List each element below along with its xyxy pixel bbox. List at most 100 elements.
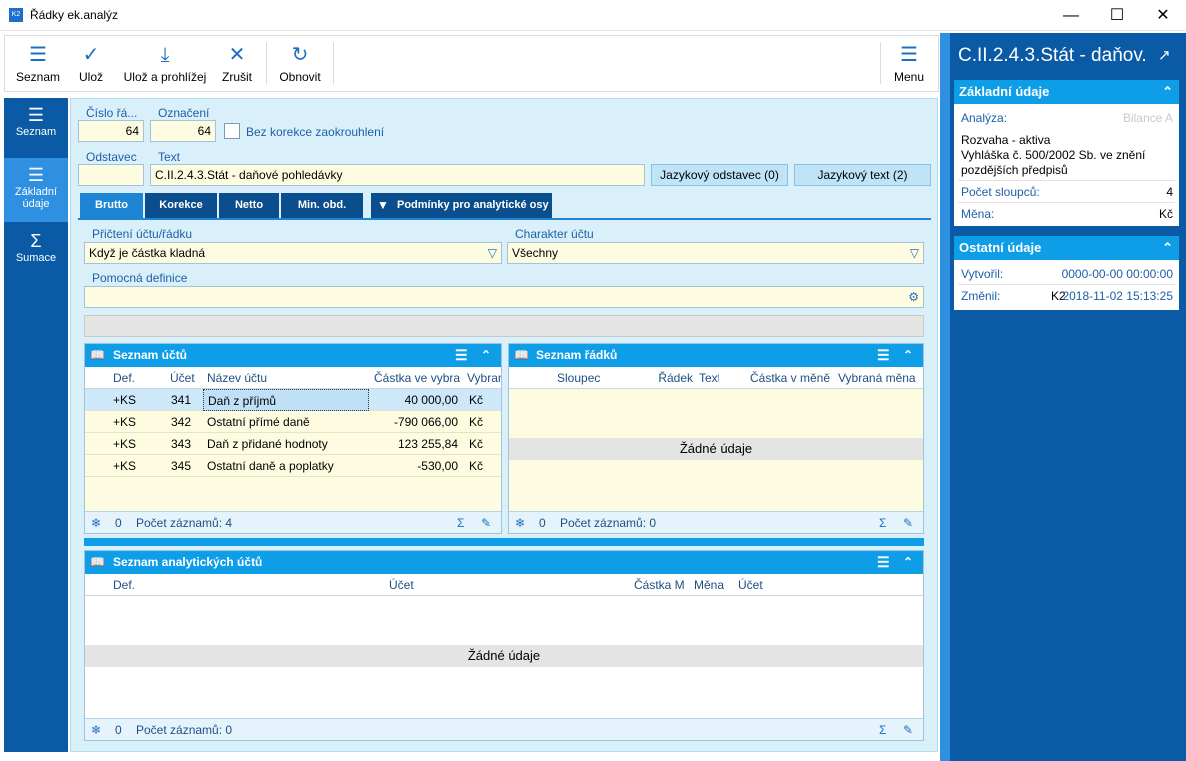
cell-mena[interactable]: Kč [467, 389, 499, 411]
cell-castka[interactable]: 123 255,84 [374, 433, 458, 455]
col-castka[interactable]: Částka ve vybra [374, 367, 460, 389]
analyticke-empty: Žádné údaje [85, 645, 923, 667]
tab-brutto[interactable]: Brutto [80, 193, 143, 218]
nav-zakladni-udaje[interactable]: ☰ Základní údaje [4, 158, 68, 222]
snowflake-icon[interactable]: ❄ [515, 512, 525, 534]
ucty-footer: ❄ 0 Počet záznamů: 4 Σ ✎ [85, 511, 501, 533]
collapse-icon[interactable]: ⌃ [1162, 80, 1173, 104]
collapse-icon[interactable]: ⌃ [1162, 236, 1173, 260]
col-radek[interactable]: Řádek [655, 367, 693, 389]
hamburger-icon[interactable]: ☰ [877, 344, 890, 367]
col-vybrana-mena[interactable]: Vybraná měna [838, 367, 916, 389]
menu-button[interactable]: ☰ Menu [887, 36, 931, 91]
collapse-icon[interactable]: ⌃ [903, 344, 913, 367]
sigma-icon[interactable]: Σ [879, 512, 886, 534]
nav-seznam[interactable]: ☰ Seznam [4, 98, 68, 156]
oznaceni-field[interactable]: 64 [150, 120, 216, 142]
col-ucet[interactable]: Účet [389, 574, 414, 596]
edit-icon[interactable]: ✎ [481, 512, 491, 534]
table-row[interactable]: +KS 343 Daň z přidané hodnoty 123 255,84 Kč [85, 433, 501, 455]
snowflake-icon[interactable]: ❄ [91, 512, 101, 534]
refresh-button[interactable]: ↻ Obnovit [275, 36, 325, 91]
col-mena[interactable]: Měna [694, 574, 724, 596]
external-link-icon[interactable]: ↗ [1158, 46, 1171, 64]
app-icon: K2 [9, 8, 23, 22]
maximize-button[interactable]: ☐ [1094, 0, 1140, 31]
cell-nazev[interactable]: Ostatní daně a poplatky [203, 455, 369, 477]
snowflake-icon[interactable]: ❄ [91, 719, 101, 741]
toolbar: ☰ Seznam ✓ Ulož ⤓ Ulož a prohlížej ✕ Zru… [4, 35, 939, 92]
sigma-icon[interactable]: Σ [879, 719, 886, 741]
seznam-button[interactable]: ☰ Seznam [13, 36, 63, 91]
save-button[interactable]: ✓ Ulož [73, 36, 109, 91]
col-nazev[interactable]: Název účtu [207, 367, 267, 389]
zakladni-section: Základní údaje ⌃ Analýza: Bilance A Rozv… [954, 80, 1179, 226]
col-def[interactable]: Def. [113, 367, 135, 389]
pomocna-field[interactable]: ⚙ [84, 286, 924, 308]
splitter-handle[interactable] [84, 538, 924, 546]
mena-value: Kč [1158, 207, 1173, 221]
cell-ucet[interactable]: 345 [169, 455, 207, 477]
cislo-field[interactable]: 64 [78, 120, 144, 142]
edit-icon[interactable]: ✎ [903, 719, 913, 741]
divider [958, 180, 1175, 181]
nav-sumace[interactable]: Σ Sumace [4, 224, 68, 282]
hamburger-icon[interactable]: ☰ [455, 344, 468, 367]
analyza-desc-1: Rozvaha - aktiva [961, 133, 1051, 147]
cell-def[interactable]: +KS [111, 433, 166, 455]
pomocna-label: Pomocná definice [92, 271, 188, 285]
detail-title: C.II.2.4.3.Stát - daňov... [958, 45, 1148, 66]
collapse-icon[interactable]: ⌃ [903, 551, 913, 574]
cell-def[interactable]: +KS [111, 455, 166, 477]
table-row[interactable]: +KS 342 Ostatní přímé daně -790 066,00 Kč [85, 411, 501, 433]
minimize-button[interactable]: — [1048, 0, 1094, 31]
cell-mena[interactable]: Kč [467, 433, 499, 455]
close-window-button[interactable]: ✕ [1140, 0, 1186, 31]
tab-podminky[interactable]: ▼ Podmínky pro analytické osy [371, 193, 552, 218]
cell-nazev[interactable]: Ostatní přímé daně [203, 411, 369, 433]
cell-mena[interactable]: Kč [467, 411, 499, 433]
hamburger-icon[interactable]: ☰ [877, 551, 890, 574]
cell-ucet[interactable]: 341 [169, 389, 207, 411]
charakter-select[interactable]: Všechny ▽ [507, 242, 924, 264]
cell-def[interactable]: +KS [111, 389, 166, 411]
col-def[interactable]: Def. [113, 574, 135, 596]
sigma-icon[interactable]: Σ [457, 512, 464, 534]
cell-def[interactable]: +KS [111, 411, 166, 433]
cell-castka[interactable]: 40 000,00 [374, 389, 458, 411]
cell-castka[interactable]: -530,00 [374, 455, 458, 477]
col-castka-m[interactable]: Částka M [634, 574, 685, 596]
gear-icon[interactable]: ⚙ [908, 289, 919, 305]
save-and-view-button[interactable]: ⤓ Ulož a prohlížej [119, 36, 211, 91]
odstavec-field[interactable] [78, 164, 144, 186]
jazykovy-text-button[interactable]: Jazykový text (2) [794, 164, 931, 186]
panel-splitter[interactable] [940, 33, 950, 761]
cell-ucet[interactable]: 343 [169, 433, 207, 455]
cell-mena[interactable]: Kč [467, 455, 499, 477]
cell-nazev[interactable]: Daň z příjmů [203, 389, 369, 411]
tab-netto[interactable]: Netto [219, 193, 279, 218]
book-icon: 📖 [514, 348, 529, 362]
col-vybrana[interactable]: Vybran [467, 367, 501, 389]
cell-nazev[interactable]: Daň z přidané hodnoty [203, 433, 369, 455]
jazykovy-odstavec-button[interactable]: Jazykový odstavec (0) [651, 164, 788, 186]
tab-min-obd[interactable]: Min. obd. [281, 193, 363, 218]
collapse-icon[interactable]: ⌃ [481, 344, 491, 367]
cell-ucet[interactable]: 342 [169, 411, 207, 433]
table-row[interactable]: +KS 341 Daň z příjmů 40 000,00 Kč [85, 389, 501, 411]
col-ucet-2[interactable]: Účet [738, 574, 763, 596]
tab-korekce[interactable]: Korekce [145, 193, 217, 218]
cell-castka[interactable]: -790 066,00 [374, 411, 458, 433]
col-sloupec[interactable]: Sloupec [557, 367, 600, 389]
pricteni-select[interactable]: Když je částka kladná ▽ [84, 242, 502, 264]
col-text[interactable]: Text [699, 367, 719, 389]
col-castka-mena[interactable]: Částka v měně [750, 367, 830, 389]
hamburger-icon: ☰ [900, 44, 918, 66]
col-ucet[interactable]: Účet [170, 367, 195, 389]
bez-korekce-checkbox[interactable] [224, 123, 240, 139]
cancel-button[interactable]: ✕ Zrušit [217, 36, 257, 91]
edit-icon[interactable]: ✎ [903, 512, 913, 534]
table-row[interactable]: +KS 345 Ostatní daně a poplatky -530,00 Kč [85, 455, 501, 477]
status-bar [84, 315, 924, 337]
text-field[interactable]: C.II.2.4.3.Stát - daňové pohledávky [150, 164, 645, 186]
